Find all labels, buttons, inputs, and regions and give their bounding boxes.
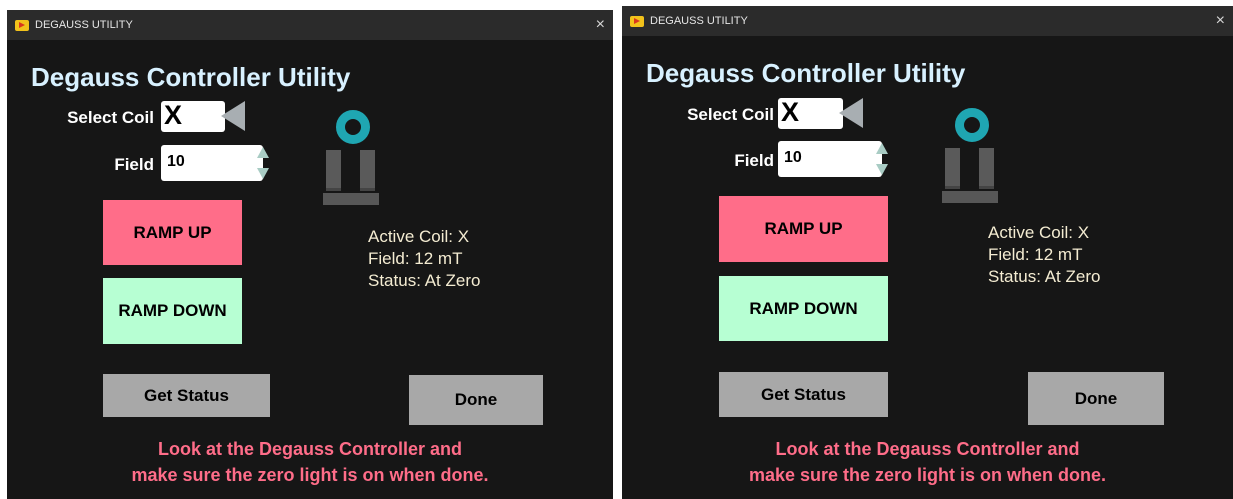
coil-select-field[interactable]: X xyxy=(161,100,225,132)
instruction-message: Look at the Degauss Controller and make … xyxy=(622,436,1233,488)
app-icon xyxy=(15,20,29,31)
message-line-1: Look at the Degauss Controller and xyxy=(775,439,1080,459)
magnet-coil-icon xyxy=(323,110,379,206)
field-spinner-icon[interactable] xyxy=(257,145,269,181)
page-title: Degauss Controller Utility xyxy=(646,58,966,88)
ramp-up-button[interactable]: RAMP UP xyxy=(103,200,242,265)
coil-value: X xyxy=(781,97,800,127)
field-input[interactable]: 10 xyxy=(778,141,888,177)
message-line-2: make sure the zero light is on when done… xyxy=(131,465,489,485)
close-icon[interactable]: × xyxy=(596,15,605,35)
window-title: DEGAUSS UTILITY xyxy=(650,15,748,27)
status-field: Field: 12 mT xyxy=(988,245,1083,264)
status-state: Status: At Zero xyxy=(368,271,481,290)
page-title: Degauss Controller Utility xyxy=(31,62,351,92)
select-coil-label: Select Coil xyxy=(687,105,774,124)
coil-selector-arrow-icon[interactable] xyxy=(839,98,863,128)
status-field: Field: 12 mT xyxy=(368,249,463,268)
ramp-down-button[interactable]: RAMP DOWN xyxy=(719,276,888,341)
message-line-2: make sure the zero light is on when done… xyxy=(748,465,1107,485)
done-button[interactable]: Done xyxy=(409,375,543,425)
close-icon[interactable]: × xyxy=(1216,11,1225,31)
field-spinner-icon[interactable] xyxy=(876,141,888,177)
title-bar: DEGAUSS UTILITY × xyxy=(7,10,613,40)
coil-selector-arrow-icon[interactable] xyxy=(221,101,245,131)
title-bar: DEGAUSS UTILITY × xyxy=(622,6,1233,36)
done-button[interactable]: Done xyxy=(1028,372,1164,425)
instruction-message: Look at the Degauss Controller and make … xyxy=(7,436,613,488)
status-active-coil: Active Coil: X xyxy=(368,227,470,246)
get-status-button[interactable]: Get Status xyxy=(719,372,888,417)
coil-value: X xyxy=(164,100,183,130)
app-icon xyxy=(630,16,644,27)
window-title: DEGAUSS UTILITY xyxy=(35,19,133,31)
status-active-coil: Active Coil: X xyxy=(988,223,1090,242)
ramp-up-button[interactable]: RAMP UP xyxy=(719,196,888,262)
ramp-down-button[interactable]: RAMP DOWN xyxy=(103,278,242,344)
field-label: Field xyxy=(114,155,154,174)
field-value: 10 xyxy=(784,149,802,166)
field-input[interactable]: 10 xyxy=(161,145,269,181)
degauss-window-right: DEGAUSS UTILITY × Degauss Controller Uti… xyxy=(622,6,1233,499)
magnet-coil-icon xyxy=(942,108,998,204)
message-line-1: Look at the Degauss Controller and xyxy=(157,439,463,459)
status-state: Status: At Zero xyxy=(988,267,1101,286)
select-coil-label: Select Coil xyxy=(67,108,154,127)
get-status-button[interactable]: Get Status xyxy=(103,374,270,417)
field-value: 10 xyxy=(167,153,185,170)
field-label: Field xyxy=(734,151,774,170)
coil-select-field[interactable]: X xyxy=(778,97,843,129)
degauss-window-left: DEGAUSS UTILITY × Degauss Controller Uti… xyxy=(7,10,613,499)
